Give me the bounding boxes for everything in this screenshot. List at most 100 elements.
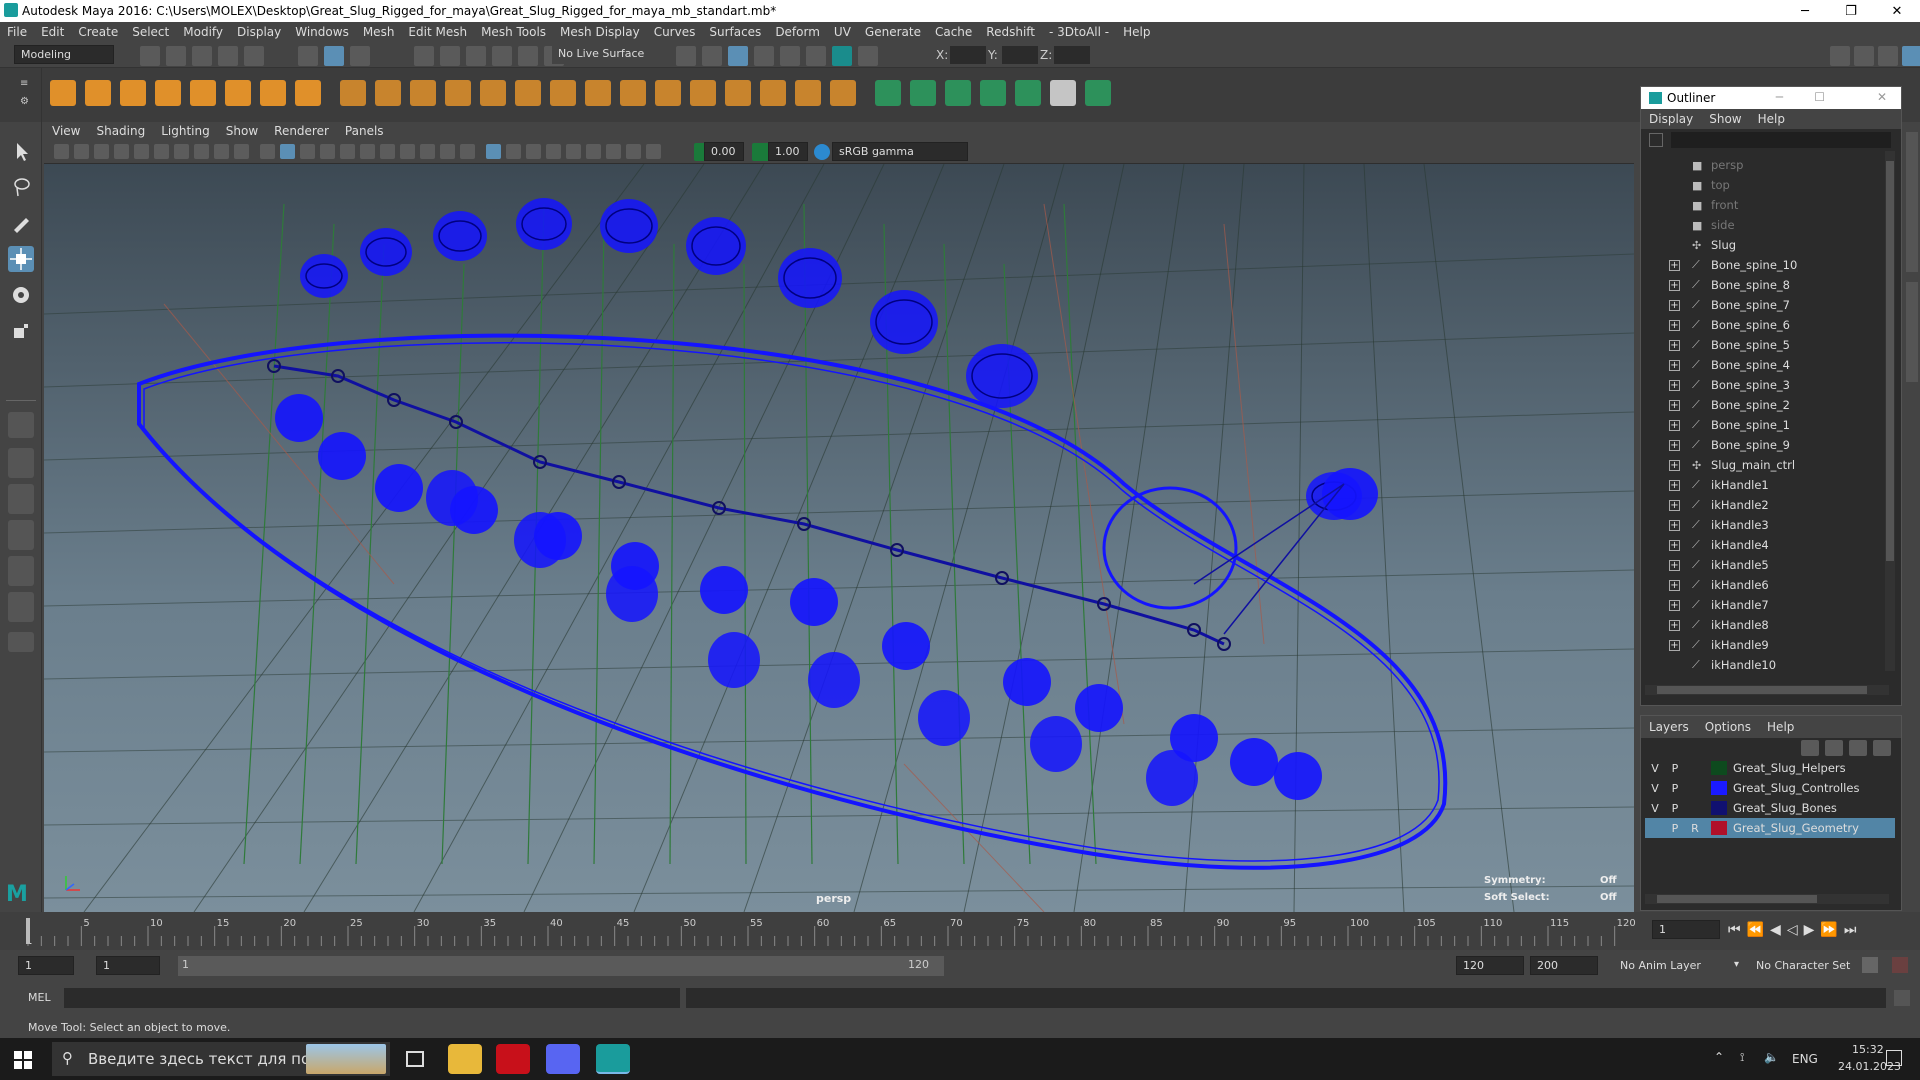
outliner-maximize-button[interactable]: ☐	[1814, 90, 1825, 104]
opera-icon[interactable]	[496, 1044, 530, 1074]
layer-row[interactable]: V P Great_Slug_Helpers	[1645, 758, 1895, 778]
menu-uv[interactable]: UV	[827, 25, 858, 39]
layout-outliner-icon[interactable]	[8, 520, 34, 550]
smooth-shelf-icon[interactable]	[480, 80, 506, 106]
expand-icon[interactable]: +	[1669, 279, 1680, 291]
separate-shelf-icon[interactable]	[375, 80, 401, 106]
y-field[interactable]	[1002, 46, 1038, 64]
outliner-item[interactable]: + ⟋ ikHandle2	[1645, 495, 1875, 515]
near-clip-field[interactable]: 0.00	[704, 142, 744, 161]
move-layer-down-icon[interactable]	[1825, 740, 1843, 756]
outliner-item[interactable]: + ⟋ Bone_spine_5	[1645, 335, 1875, 355]
viewport-tool-icon[interactable]	[486, 144, 501, 159]
select-tool-icon[interactable]	[8, 138, 34, 164]
menu-3dtoall[interactable]: - 3DtoAll -	[1042, 25, 1116, 39]
viewport-tool-icon[interactable]	[154, 144, 169, 159]
select-object-icon[interactable]	[324, 46, 344, 66]
select-hierarchy-icon[interactable]	[298, 46, 318, 66]
viewport-tool-icon[interactable]	[74, 144, 89, 159]
menu-display[interactable]: Display	[230, 25, 288, 39]
outliner-minimize-button[interactable]: ─	[1776, 90, 1783, 104]
transfer-shelf-icon[interactable]	[1085, 80, 1111, 106]
snap-surface-icon[interactable]	[518, 46, 538, 66]
viewport-tool-icon[interactable]	[460, 144, 475, 159]
mode-dropdown[interactable]: Modeling	[14, 45, 114, 64]
layer-v-toggle[interactable]: V	[1645, 762, 1665, 775]
viewport-menu-view[interactable]: View	[44, 124, 88, 138]
layer-row[interactable]: P R Great_Slug_Geometry	[1645, 818, 1895, 838]
expand-icon[interactable]: +	[1669, 299, 1680, 311]
filter-icon[interactable]	[1649, 133, 1663, 147]
menu-file[interactable]: File	[0, 25, 34, 39]
expand-icon[interactable]: +	[1669, 499, 1680, 511]
z-field[interactable]	[1054, 46, 1090, 64]
fill-hole-shelf-icon[interactable]	[760, 80, 786, 106]
layer-p-toggle[interactable]: P	[1665, 802, 1685, 815]
modeling-toolkit-icon[interactable]	[1830, 46, 1850, 66]
layout-quad-icon[interactable]	[8, 448, 34, 478]
snap-grid-icon[interactable]	[414, 46, 434, 66]
go-to-end-icon[interactable]: ⏭	[1844, 922, 1857, 938]
outliner-item[interactable]: + ✣ Slug_main_ctrl	[1645, 455, 1875, 475]
expand-icon[interactable]: +	[1669, 339, 1680, 351]
outliner-item[interactable]: + ⟋ Bone_spine_9	[1645, 435, 1875, 455]
layout-graph-icon[interactable]	[8, 556, 34, 586]
snap-curve-icon[interactable]	[440, 46, 460, 66]
input-ops-icon[interactable]	[702, 46, 722, 66]
anim-prefs-icon[interactable]	[1892, 957, 1908, 973]
tray-chevron-icon[interactable]: ⌃	[1714, 1050, 1724, 1064]
layout-single-icon[interactable]	[8, 484, 34, 514]
outliner-item[interactable]: + ⟋ ikHandle6	[1645, 575, 1875, 595]
menu-mesh[interactable]: Mesh	[356, 25, 402, 39]
viewport-tool-icon[interactable]	[174, 144, 189, 159]
live-surface-field[interactable]: No Live Surface	[552, 45, 656, 64]
viewport-tool-icon[interactable]	[320, 144, 335, 159]
boolean-shelf-icon[interactable]	[445, 80, 471, 106]
checker-shelf-icon[interactable]	[1050, 80, 1076, 106]
outliner-item[interactable]: + ⟋ ikHandle8	[1645, 615, 1875, 635]
play-forward-icon[interactable]: ▶	[1804, 922, 1815, 938]
expand-icon[interactable]: +	[1669, 399, 1680, 411]
open-scene-icon[interactable]	[166, 46, 186, 66]
step-back-key-icon[interactable]: ⏪	[1747, 922, 1764, 938]
anim-layer-dropdown[interactable]: No Anim Layer	[1620, 959, 1701, 972]
menu-modify[interactable]: Modify	[176, 25, 230, 39]
move-tool-icon[interactable]	[8, 246, 34, 272]
expand-icon[interactable]: +	[1669, 599, 1680, 611]
outliner-vscrollbar[interactable]	[1885, 151, 1895, 671]
auto-key-icon[interactable]	[1862, 957, 1878, 973]
outliner-item[interactable]: + ⟋ ikHandle9	[1645, 635, 1875, 655]
paint-select-icon[interactable]	[8, 210, 34, 236]
viewport-tool-icon[interactable]	[260, 144, 275, 159]
far-clip-field[interactable]: 1.00	[768, 142, 808, 161]
expand-icon[interactable]: +	[1669, 419, 1680, 431]
outliner-item[interactable]: ■ side	[1645, 215, 1875, 235]
outliner-item[interactable]: + ⟋ ikHandle1	[1645, 475, 1875, 495]
scale-tool-icon[interactable]	[8, 318, 34, 344]
anim-layer-chevron-icon[interactable]: ▾	[1734, 959, 1739, 970]
construction-history-icon[interactable]	[728, 46, 748, 66]
uv-auto-shelf-icon[interactable]	[910, 80, 936, 106]
menu-edit[interactable]: Edit	[34, 25, 71, 39]
layers-menu-help[interactable]: Help	[1759, 720, 1802, 734]
mel-input[interactable]	[64, 988, 680, 1008]
language-indicator[interactable]: ENG	[1792, 1052, 1818, 1066]
menu-mesh-tools[interactable]: Mesh Tools	[474, 25, 553, 39]
maya-taskbar-icon[interactable]	[596, 1044, 630, 1074]
menu-create[interactable]: Create	[71, 25, 125, 39]
viewport-tool-icon[interactable]	[214, 144, 229, 159]
outliner-hscrollbar[interactable]	[1645, 685, 1889, 695]
viewport-tool-icon[interactable]	[546, 144, 561, 159]
task-view-icon[interactable]	[406, 1051, 424, 1067]
menu-cache[interactable]: Cache	[928, 25, 979, 39]
cone-shelf-icon[interactable]	[155, 80, 181, 106]
outliner-item[interactable]: ■ front	[1645, 195, 1875, 215]
rotate-tool-icon[interactable]	[8, 282, 34, 308]
viewport-tool-icon[interactable]	[420, 144, 435, 159]
menu-generate[interactable]: Generate	[858, 25, 928, 39]
layer-p-toggle[interactable]: P	[1665, 762, 1685, 775]
x-field[interactable]	[950, 46, 986, 64]
network-icon[interactable]: ⟟	[1740, 1050, 1744, 1065]
discord-icon[interactable]	[546, 1044, 580, 1074]
go-to-start-icon[interactable]: ⏮	[1728, 922, 1741, 938]
